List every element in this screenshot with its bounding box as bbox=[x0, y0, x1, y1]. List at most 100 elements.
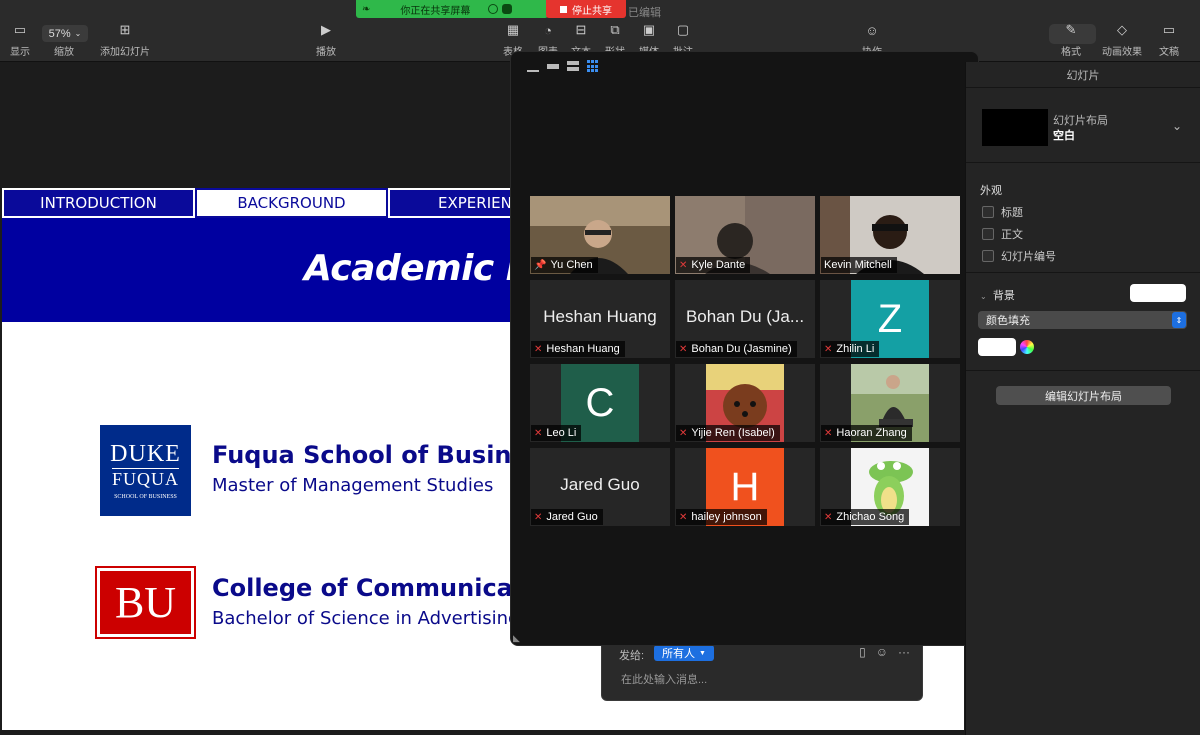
participant-tile[interactable]: H ✕ hailey johnson bbox=[675, 448, 815, 526]
divider bbox=[966, 370, 1200, 371]
view-button[interactable]: ▭ 显示 bbox=[10, 22, 30, 58]
mic-muted-icon: ✕ bbox=[534, 427, 543, 439]
leaf-icon: ❧ bbox=[362, 3, 371, 15]
slide-tab-introduction[interactable]: INTRODUCTION bbox=[2, 188, 195, 218]
background-color-swatch[interactable] bbox=[1130, 284, 1186, 302]
animate-button[interactable]: ◇ 动画效果 bbox=[1102, 22, 1142, 58]
participant-display-name: Jared Guo bbox=[560, 475, 640, 494]
divider bbox=[966, 272, 1200, 273]
zoom-button[interactable]: 缩放 bbox=[54, 38, 74, 58]
format-label: 格式 bbox=[1061, 47, 1081, 58]
plus-icon: ⊞ bbox=[119, 22, 131, 37]
play-label: 播放 bbox=[316, 47, 336, 58]
participant-name: Haoran Zhang bbox=[836, 427, 907, 439]
participant-name: Zhilin Li bbox=[836, 343, 875, 355]
mic-muted-icon: ✕ bbox=[824, 427, 833, 439]
checkbox-box[interactable] bbox=[982, 206, 994, 218]
participant-tile[interactable]: C ✕ Leo Li bbox=[530, 364, 670, 442]
view-label: 显示 bbox=[10, 47, 30, 58]
chevron-down-icon: ⌄ bbox=[74, 29, 82, 38]
participant-tile[interactable]: ✕ Kyle Dante bbox=[675, 196, 815, 274]
diamond-icon: ◇ bbox=[1117, 22, 1127, 37]
mic-muted-icon: ✕ bbox=[679, 511, 688, 523]
chat-recipient-value: 所有人 bbox=[662, 648, 695, 660]
add-slide-label: 添加幻灯片 bbox=[100, 47, 150, 58]
participant-display-name: Heshan Huang bbox=[543, 307, 657, 326]
fill-type-select[interactable]: 颜色填充 ⇕ bbox=[978, 311, 1187, 329]
add-slide-button[interactable]: ⊞ 添加幻灯片 bbox=[100, 22, 150, 58]
participant-name: Heshan Huang bbox=[546, 343, 620, 355]
background-heading: 背景 bbox=[992, 290, 1015, 302]
strip-view-icon[interactable] bbox=[547, 60, 559, 72]
status-circle-icon bbox=[488, 4, 499, 14]
participant-label: ✕ Heshan Huang bbox=[531, 341, 625, 357]
chevron-down-icon[interactable]: ⌄ bbox=[1172, 119, 1182, 133]
participant-tile[interactable]: Z ✕ Zhilin Li bbox=[820, 280, 960, 358]
chevron-down-icon: ▼ bbox=[699, 649, 706, 657]
edit-layout-button[interactable]: 编辑幻灯片布局 bbox=[996, 386, 1171, 405]
participant-label: ✕ Yijie Ren (Isabel) bbox=[676, 425, 780, 441]
document-label: 文稿 bbox=[1159, 47, 1179, 58]
gallery-view-icon[interactable] bbox=[587, 60, 599, 72]
mic-muted-icon: ✕ bbox=[824, 511, 833, 523]
participant-name: hailey johnson bbox=[691, 511, 762, 523]
color-well[interactable] bbox=[978, 338, 1016, 356]
participant-label: ✕ Jared Guo bbox=[531, 509, 603, 525]
layout-value[interactable]: 空白 bbox=[1053, 127, 1075, 143]
stop-share-button[interactable]: 停止共享 bbox=[546, 0, 626, 18]
minimize-view-icon[interactable] bbox=[527, 60, 539, 72]
participant-tile[interactable]: Heshan Huang ✕ Heshan Huang bbox=[530, 280, 670, 358]
participant-tile[interactable]: Jared Guo ✕ Jared Guo bbox=[530, 448, 670, 526]
more-icon[interactable]: ··· bbox=[898, 645, 910, 659]
checkbox-box[interactable] bbox=[982, 228, 994, 240]
layout-label: 幻灯片布局 bbox=[1053, 115, 1108, 127]
pin-icon: 📌 bbox=[534, 259, 547, 271]
checkbox-label: 正文 bbox=[1001, 229, 1023, 241]
participant-label: ✕ Bohan Du (Jasmine) bbox=[676, 341, 797, 357]
chat-recipient-select[interactable]: 所有人 ▼ bbox=[654, 645, 714, 661]
layout-thumbnail[interactable] bbox=[982, 109, 1048, 146]
participant-tile[interactable]: ✕ Yijie Ren (Isabel) bbox=[675, 364, 815, 442]
slide-tab-background[interactable]: BACKGROUND bbox=[195, 188, 388, 218]
background-section[interactable]: ⌄ 背景 bbox=[980, 287, 1015, 303]
resize-handle-icon[interactable]: ◣ bbox=[513, 633, 523, 643]
participant-label: ✕ Zhilin Li bbox=[821, 341, 880, 357]
file-icon[interactable]: ▯ bbox=[859, 645, 866, 659]
chevron-down-icon: ⌄ bbox=[980, 292, 987, 301]
participant-name: Bohan Du (Jasmine) bbox=[691, 343, 792, 355]
speaker-view-icon[interactable] bbox=[567, 60, 579, 72]
checkbox-box[interactable] bbox=[982, 250, 994, 262]
people-icon: ☺ bbox=[865, 22, 879, 38]
shield-icon bbox=[502, 4, 513, 14]
participant-tile[interactable]: ✕ Zhichao Song bbox=[820, 448, 960, 526]
checkbox-title[interactable]: 标题 bbox=[982, 204, 1023, 220]
panel-title: 幻灯片 bbox=[1066, 70, 1100, 82]
mic-muted-icon: ✕ bbox=[534, 511, 543, 523]
format-button[interactable]: ✎ 格式 bbox=[1061, 22, 1081, 58]
paintbrush-icon: ✎ bbox=[1065, 22, 1077, 37]
color-wheel-icon[interactable] bbox=[1020, 340, 1034, 354]
banner-indicators bbox=[488, 4, 513, 14]
participant-tile[interactable]: Bohan Du (Ja... ✕ Bohan Du (Jasmine) bbox=[675, 280, 815, 358]
screen-share-banner[interactable]: ❧ 你正在共享屏幕 bbox=[356, 0, 548, 18]
edu-degree-1[interactable]: Master of Management Studies bbox=[212, 475, 493, 496]
edited-status: 已编辑 bbox=[628, 7, 661, 19]
emoji-icon[interactable]: ☺ bbox=[876, 645, 888, 659]
checkbox-slide-number[interactable]: 幻灯片编号 bbox=[982, 248, 1056, 264]
participant-label: ✕ Kyle Dante bbox=[676, 257, 751, 273]
play-button[interactable]: ▶ 播放 bbox=[316, 22, 336, 58]
appearance-heading: 外观 bbox=[980, 185, 1002, 197]
chat-to-label: 发给: bbox=[619, 650, 645, 662]
play-icon: ▶ bbox=[321, 22, 331, 37]
participant-tile[interactable]: ✕ Haoran Zhang bbox=[820, 364, 960, 442]
participant-name: Zhichao Song bbox=[836, 511, 905, 523]
participant-tile[interactable]: 📌 Yu Chen bbox=[530, 196, 670, 274]
comment-icon: ▢ bbox=[676, 22, 690, 37]
document-button[interactable]: ▭ 文稿 bbox=[1159, 22, 1179, 58]
checkbox-body[interactable]: 正文 bbox=[982, 226, 1023, 242]
video-gallery[interactable]: 📌 Yu Chen ✕ Kyle Dante Kevin Mitchell Hesh… bbox=[510, 51, 979, 646]
edu-degree-2[interactable]: Bachelor of Science in Advertising and bbox=[212, 608, 559, 629]
chat-input[interactable]: 在此处输入消息... bbox=[621, 671, 707, 687]
participant-tile[interactable]: Kevin Mitchell bbox=[820, 196, 960, 274]
mic-muted-icon: ✕ bbox=[679, 427, 688, 439]
